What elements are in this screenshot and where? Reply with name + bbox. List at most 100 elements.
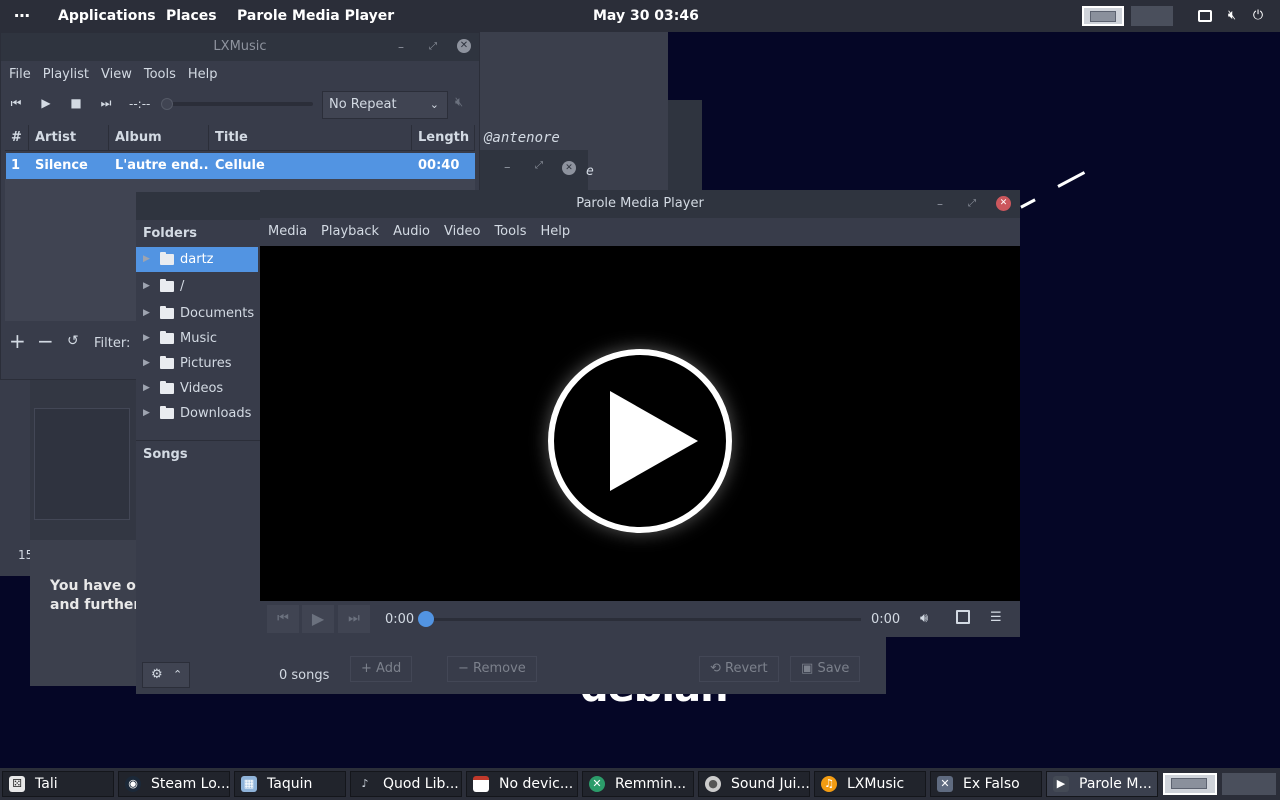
folder-videos[interactable]: ▶ Videos	[136, 376, 258, 401]
active-app-menu[interactable]: Parole Media Player	[237, 0, 394, 32]
task-no-device[interactable]: No devic...	[466, 771, 578, 797]
task-quodlibet[interactable]: ♪ Quod Lib...	[350, 771, 462, 797]
parole-menu-video[interactable]: Video	[444, 218, 480, 246]
task-soundjuicer[interactable]: ● Sound Jui...	[698, 771, 810, 797]
text-fragment: e	[586, 164, 594, 179]
volume-muted-icon[interactable]: 🔇︎	[1224, 8, 1240, 24]
next-icon[interactable]: ⏭	[338, 605, 370, 633]
clock[interactable]: May 30 03:46	[593, 0, 699, 32]
task-taquin[interactable]: ▦ Taquin	[234, 771, 346, 797]
previous-icon[interactable]: ⏮	[7, 95, 25, 111]
lxmusic-close-icon[interactable]: ✕	[457, 39, 471, 53]
lxmusic-minimize-icon[interactable]: –	[393, 39, 409, 55]
play-icon	[610, 391, 698, 491]
lxmusic-maximize-icon[interactable]: ⤢	[425, 39, 441, 55]
background-panel-box	[34, 408, 130, 520]
row-length: 00:40	[418, 158, 460, 173]
video-area[interactable]	[260, 246, 1020, 601]
workspace-1[interactable]	[1082, 6, 1124, 26]
add-tag-button[interactable]: + Add	[350, 656, 413, 682]
add-icon[interactable]: +	[9, 331, 26, 351]
save-button[interactable]: ▣ Save	[790, 656, 861, 682]
lxmusic-titlebar[interactable]: LXMusic – ⤢ ✕	[1, 33, 479, 61]
revert-button[interactable]: ⟲ Revert	[699, 656, 779, 682]
dialog-titlebar: – ⤢ ✕ e	[480, 150, 594, 190]
volume-icon[interactable]: 🔊︎	[920, 611, 928, 626]
lxmusic-menu-playlist[interactable]: Playlist	[43, 61, 89, 89]
playlist-icon[interactable]: ☰	[990, 610, 1002, 625]
remove-tag-button[interactable]: − Remove	[447, 656, 537, 682]
parole-menu-audio[interactable]: Audio	[393, 218, 430, 246]
task-label: Ex Falso	[963, 776, 1020, 792]
apps-menu-dots[interactable]: ⋯	[14, 0, 30, 32]
dialog-close-icon[interactable]: ✕	[562, 161, 576, 175]
volume-muted-icon[interactable]: 🔇︎	[455, 95, 463, 110]
task-steam[interactable]: ◉ Steam Lo...	[118, 771, 230, 797]
col-title[interactable]: Title	[209, 125, 412, 151]
dialog-minimize-icon[interactable]: –	[504, 160, 511, 175]
play-icon[interactable]: ▶	[302, 605, 334, 633]
lxmusic-menu-tools[interactable]: Tools	[144, 61, 176, 89]
folder-dartz[interactable]: ▶ dartz	[136, 247, 258, 272]
parole-maximize-icon[interactable]: ⤢	[964, 196, 980, 212]
folder-music[interactable]: ▶ Music	[136, 326, 258, 351]
expand-arrow-icon[interactable]: ▶	[143, 247, 150, 272]
dialog-maximize-icon[interactable]: ⤢	[535, 160, 543, 171]
expand-arrow-icon[interactable]: ▶	[143, 301, 150, 326]
folder-downloads[interactable]: ▶ Downloads	[136, 401, 258, 426]
parole-menu-playback[interactable]: Playback	[321, 218, 379, 246]
network-icon[interactable]	[1198, 10, 1212, 22]
expand-arrow-icon[interactable]: ▶	[143, 401, 150, 426]
repeat-mode-select[interactable]: No Repeat ⌄	[322, 91, 448, 119]
settings-button[interactable]: ⚙ ⌃	[142, 662, 190, 688]
folder-pictures[interactable]: ▶ Pictures	[136, 351, 258, 376]
workspace-2[interactable]	[1131, 6, 1173, 26]
task-remmina[interactable]: ✕ Remmin...	[582, 771, 694, 797]
col-number[interactable]: #	[5, 125, 29, 151]
col-length[interactable]: Length	[412, 125, 475, 151]
lxmusic-seek-bar[interactable]	[161, 98, 313, 110]
task-exfalso[interactable]: ✕ Ex Falso	[930, 771, 1042, 797]
folder-documents[interactable]: ▶ Documents	[136, 301, 258, 326]
task-lxmusic[interactable]: ♫ LXMusic	[814, 771, 926, 797]
folder-root[interactable]: ▶ /	[136, 274, 258, 299]
expand-arrow-icon[interactable]: ▶	[143, 274, 150, 299]
remove-icon[interactable]: −	[37, 331, 54, 351]
expand-arrow-icon[interactable]: ▶	[143, 351, 150, 376]
play-overlay-button[interactable]	[548, 349, 732, 533]
parole-minimize-icon[interactable]: –	[932, 196, 948, 212]
seek-handle[interactable]	[418, 611, 434, 627]
parole-menu-tools[interactable]: Tools	[494, 218, 526, 246]
places-menu[interactable]: Places	[166, 0, 217, 32]
parole-close-icon[interactable]: ✕	[996, 196, 1011, 211]
lxmusic-menubar: File Playlist View Tools Help	[1, 61, 479, 89]
task-tali[interactable]: ⚄ Tali	[2, 771, 114, 797]
parole-menu-media[interactable]: Media	[268, 218, 307, 246]
col-artist[interactable]: Artist	[29, 125, 109, 151]
shuffle-icon[interactable]: ↺	[67, 333, 79, 349]
lxmusic-menu-help[interactable]: Help	[188, 61, 218, 89]
task-parole[interactable]: ▶ Parole M...	[1046, 771, 1158, 797]
taskbar-workspace-2[interactable]	[1222, 773, 1276, 795]
row-album: L'autre end...	[115, 158, 209, 173]
power-icon[interactable]: ⏻	[1250, 8, 1266, 24]
applications-menu[interactable]: Applications	[58, 0, 156, 32]
lxmusic-menu-file[interactable]: File	[9, 61, 31, 89]
parole-menu-help[interactable]: Help	[540, 218, 570, 246]
expand-arrow-icon[interactable]: ▶	[143, 376, 150, 401]
lxmusic-seek-handle[interactable]	[161, 98, 173, 110]
seek-bar[interactable]	[418, 611, 861, 627]
expand-arrow-icon[interactable]: ▶	[143, 326, 150, 351]
play-icon[interactable]: ▶	[37, 95, 55, 111]
parole-titlebar[interactable]: Parole Media Player – ⤢ ✕	[260, 190, 1020, 218]
exfalso-titlebar[interactable]	[136, 192, 260, 220]
next-icon[interactable]: ⏭	[97, 95, 115, 111]
fullscreen-icon[interactable]	[956, 610, 970, 624]
previous-icon[interactable]: ⏮	[267, 605, 299, 633]
stop-icon[interactable]: ■	[67, 95, 85, 111]
taskbar-workspace-1[interactable]	[1163, 773, 1217, 795]
row-title: Cellule	[215, 158, 265, 173]
lxmusic-menu-view[interactable]: View	[101, 61, 132, 89]
col-album[interactable]: Album	[109, 125, 209, 151]
background-window: @antenore – ⤢ ✕ e	[480, 32, 668, 190]
